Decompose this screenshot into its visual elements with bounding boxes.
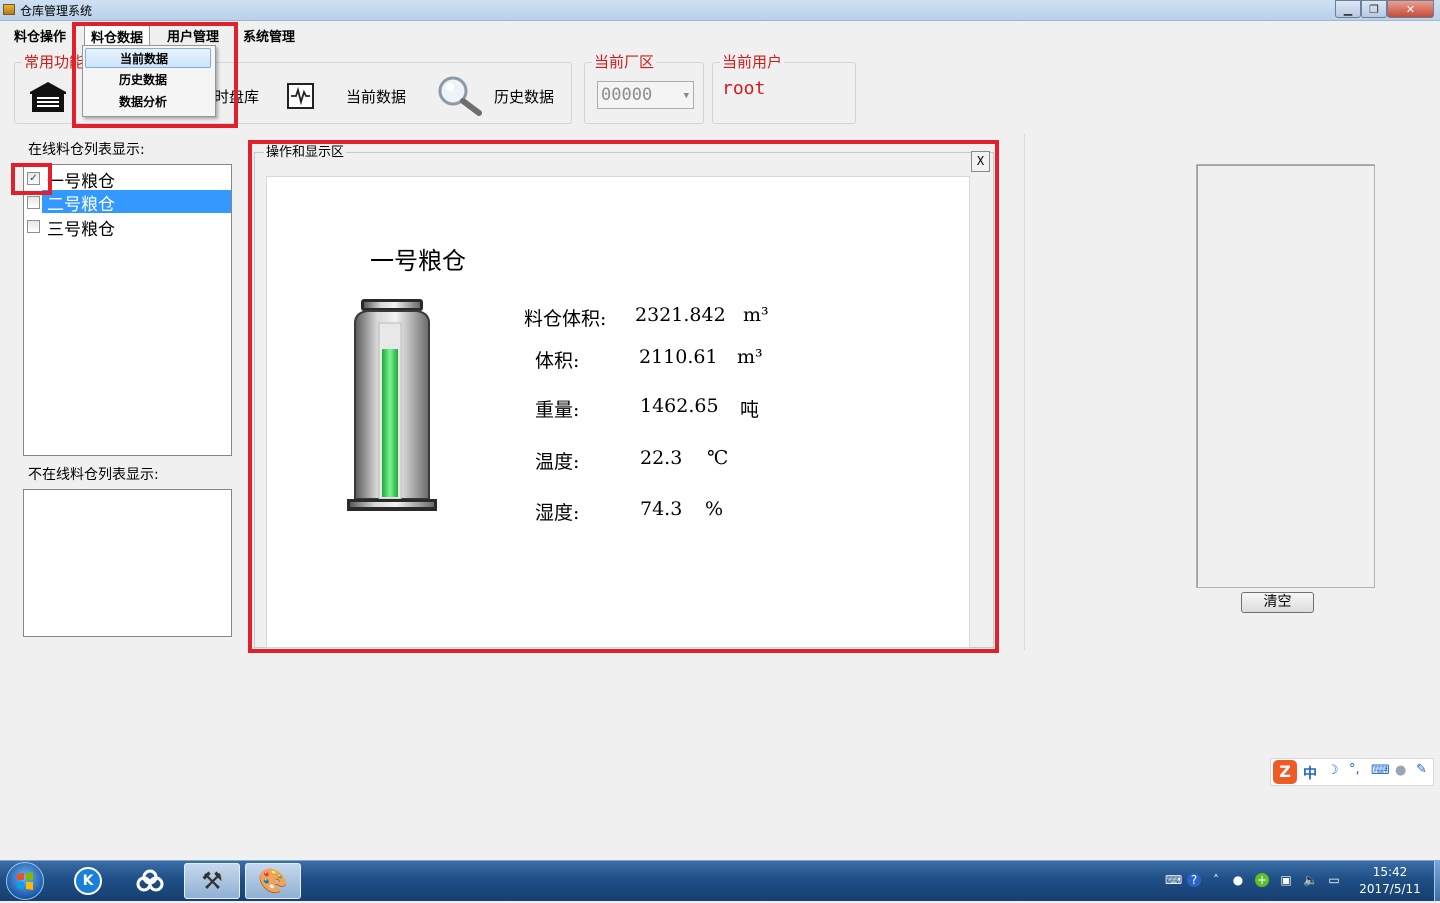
search-icon[interactable] [435,75,485,117]
temperature-value: 22.3 [640,447,683,469]
panel-close-button[interactable]: X [971,151,990,172]
minimize-button[interactable]: ▁ [1335,0,1361,18]
cloud-app-icon [136,869,164,892]
silo-checkbox-1[interactable]: ✓ [27,172,40,185]
taskbar-clock[interactable]: 15:42 2017/5/11 [1350,864,1430,898]
clock-date: 2017/5/11 [1359,882,1421,896]
factory-select-value: 00000 [601,85,653,105]
taskbar-app-cloud[interactable] [122,863,178,899]
weight-value: 1462.65 [640,395,719,417]
menu-bar: 料仓操作 料仓数据 用户管理 系统管理 [0,22,1440,48]
paint-palette-icon: 🎨 [258,867,288,895]
ime-logo-icon[interactable]: Z [1273,760,1297,784]
ime-toolbar[interactable]: Z 中 ☽ °, ⌨ ● ✎ [1270,758,1434,786]
menu-user-management[interactable]: 用户管理 [167,26,219,45]
silo-checkbox-2[interactable] [27,196,40,209]
silo-label-1: 一号粮仓 [47,172,115,192]
silo-label-3: 三号粮仓 [47,220,115,240]
volume-label: 体积: [535,350,580,372]
offline-silo-list[interactable] [23,489,232,637]
weight-label: 重量: [535,399,580,421]
dropdown-item-current-data[interactable]: 当前数据 [85,48,211,68]
fill-level-bar [382,349,398,497]
silo-detail-view: 一号粮仓 料仓体积: 2321.842 m³ 体积: 2110.61 m³ 重量… [266,176,970,648]
title-bar: 仓库管理系统 ▁ ❐ ✕ [0,0,1440,21]
close-button[interactable]: ✕ [1387,0,1434,18]
list-item[interactable]: 二号粮仓 [25,190,231,215]
offline-list-label: 不在线料仓列表显示: [28,467,159,483]
silo-checkbox-3[interactable] [27,220,40,233]
close-icon: ✕ [1405,2,1416,16]
chevron-tray-icon[interactable]: ˄ [1209,873,1223,887]
tools-icon: ⚒ [201,867,223,895]
silo-volume-value: 2321.842 [635,304,726,326]
user-value: root [722,78,766,99]
help-tray-icon[interactable]: ? [1187,873,1201,887]
window-title: 仓库管理系统 [20,4,93,18]
taskbar: K ⚒ 🎨 ⌨ ? ˄ ● + ▣ 🔈 ▭ [0,860,1440,901]
clear-button[interactable]: 清空 [1241,592,1314,613]
waveform-icon[interactable] [287,83,314,109]
start-button[interactable] [6,862,44,900]
common-functions-label: 常用功能 [22,51,87,72]
volume-tray-icon[interactable]: 🔈 [1303,873,1318,887]
list-item[interactable]: ✓ 一号粮仓 [25,166,230,192]
silo-volume-label: 料仓体积: [524,308,607,330]
ime-user-icon[interactable]: ● [1395,763,1406,778]
windows-logo-icon [17,872,33,890]
ime-keyboard-icon[interactable]: ⌨ [1371,763,1390,778]
humidity-unit: % [705,498,724,520]
silo-label-2: 二号粮仓 [42,190,231,215]
ime-moon-icon[interactable]: ☽ [1327,763,1339,778]
minimize-icon: ▁ [1343,2,1353,16]
volume-value: 2110.61 [639,346,718,368]
ime-mode-indicator[interactable]: 中 [1303,763,1317,783]
factory-select[interactable]: 00000 ▼ [597,81,694,109]
chevron-down-icon: ▼ [683,91,689,101]
factory-label: 当前厂区 [592,51,657,72]
weight-unit: 吨 [740,399,760,421]
k-app-icon: K [74,867,102,895]
silo-volume-unit: m³ [743,304,769,326]
show-desktop-button[interactable] [1434,861,1440,901]
network-tray-icon[interactable]: ▭ [1327,873,1341,887]
online-silo-list[interactable]: ✓ 一号粮仓 二号粮仓 三号粮仓 [23,164,232,456]
plus-tray-icon[interactable]: + [1255,873,1269,887]
dropdown-item-history-data[interactable]: 历史数据 [85,70,211,90]
humidity-value: 74.3 [640,498,683,520]
maximize-button[interactable]: ❐ [1361,0,1387,18]
clock-time: 15:42 [1372,865,1408,879]
current-data-button[interactable]: 当前数据 [346,86,406,107]
app-icon [3,4,15,15]
volume-unit: m³ [737,346,763,368]
taskbar-app-paint[interactable]: 🎨 [245,863,301,899]
shield-tray-icon[interactable]: ▣ [1279,873,1293,887]
history-data-button[interactable]: 历史数据 [494,86,554,107]
silo-gauge-icon [347,299,437,515]
warehouse-icon[interactable] [28,80,68,114]
inventory-button-label[interactable]: 时盘库 [214,86,259,107]
message-box[interactable] [1196,164,1375,588]
temperature-label: 温度: [535,451,580,473]
menu-silo-operations[interactable]: 料仓操作 [14,26,66,45]
restore-icon: ❐ [1369,2,1379,16]
ime-punctuation-icon[interactable]: °, [1349,762,1360,777]
qq-tray-icon[interactable]: ● [1231,873,1245,887]
online-list-label: 在线料仓列表显示: [28,142,145,158]
humidity-label: 湿度: [535,502,580,524]
list-item[interactable]: 三号粮仓 [25,214,230,240]
silo-data-dropdown: 当前数据 历史数据 数据分析 [82,45,216,117]
ime-wrench-icon[interactable]: ✎ [1416,762,1427,777]
menu-system-management[interactable]: 系统管理 [243,26,295,45]
taskbar-app-tools[interactable]: ⚒ [184,863,240,899]
dropdown-item-data-analysis[interactable]: 数据分析 [85,92,211,112]
user-label: 当前用户 [720,51,785,72]
taskbar-app-k[interactable]: K [60,863,116,899]
silo-name: 一号粮仓 [370,247,466,275]
temperature-unit: ℃ [707,447,729,469]
keyboard-tray-icon[interactable]: ⌨ [1165,873,1182,887]
panel-title: 操作和显示区 [264,141,347,160]
